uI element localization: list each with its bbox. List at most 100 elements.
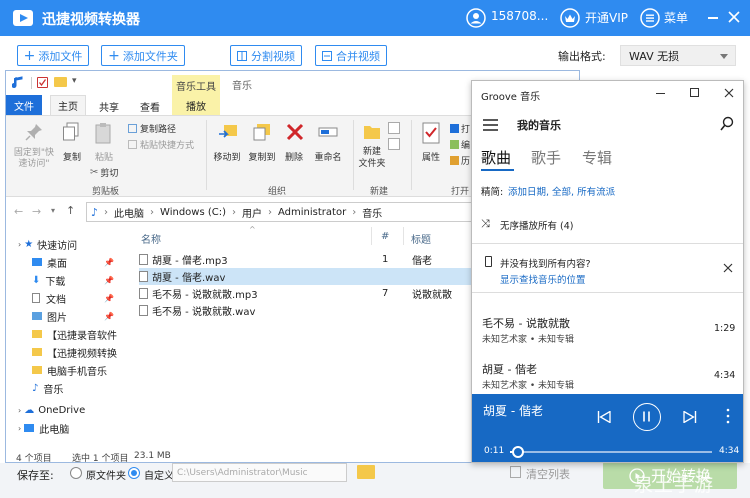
clear-list-button[interactable]: 清空列表 [526,466,570,482]
nav-downloads[interactable]: ⬇ 下载 📌 [32,271,114,289]
breadcrumb-separator: › [268,206,273,218]
radio-original-folder[interactable] [70,467,82,479]
user-id[interactable]: 158708... [491,9,548,23]
column-header-number[interactable]: # [381,231,389,242]
tab-play[interactable]: 播放 [172,95,220,115]
merge-video-button[interactable]: 合并视频 [315,45,387,66]
add-file-button[interactable]: + 添加文件 [17,45,89,66]
new-item-icon[interactable] [388,122,400,134]
copy-button[interactable]: 复制 [60,150,84,163]
paste-icon [94,122,112,144]
groove-heading: 我的音乐 [517,119,561,132]
tab-songs[interactable]: 歌曲 [481,147,511,168]
breadcrumb-administrator[interactable]: Administrator [278,207,346,218]
pin-icon: 📌 [104,293,114,303]
breadcrumb-users[interactable]: 用户 [242,205,262,220]
browse-folder-icon[interactable] [357,465,375,479]
download-icon: ⬇ [32,274,41,286]
maximize-icon[interactable] [690,88,699,97]
output-format-select[interactable]: WAV 无损 [620,45,736,66]
filter-options-link[interactable]: 添加日期, 全部, 所有流派 [508,184,615,198]
user-avatar-icon[interactable] [466,8,486,28]
notice-link[interactable]: 显示查找音乐的位置 [500,272,586,286]
nav-folder-phone-music[interactable]: 电脑手机音乐 [32,361,107,379]
breadcrumb-drive[interactable]: Windows (C:) [160,207,226,218]
nav-pictures[interactable]: 图片 📌 [32,307,114,325]
search-icon[interactable] [720,116,734,131]
copy-path-button[interactable]: 复制路径 [128,122,176,135]
pin-icon: 📌 [104,275,114,285]
properties-button[interactable]: 属性 [418,150,444,163]
menu-button[interactable]: 菜单 [664,9,688,26]
output-path-input[interactable]: C:\Users\Administrator\Music [172,463,347,482]
minimize-icon[interactable] [656,93,665,94]
song-title: 毛不易 - 说散就散 [482,317,570,330]
pin-icon [24,122,44,142]
rename-button[interactable]: 重命名 [311,150,345,163]
breadcrumb-separator: › [232,206,237,218]
tab-file[interactable]: 文件 [6,95,42,115]
tab-albums[interactable]: 专辑 [582,147,612,168]
quick-access-toolbar-dropdown[interactable]: ▾ [72,76,77,86]
nav-this-pc[interactable]: › 此电脑 [18,419,69,437]
tab-view[interactable]: 查看 [140,99,160,114]
tab-home[interactable]: 主页 [50,95,86,115]
edit-button[interactable]: 编 [450,138,470,151]
history-button[interactable]: 历 [450,154,470,167]
recent-locations-icon[interactable]: ▾ [51,206,55,215]
split-video-button[interactable]: 分割视频 [230,45,302,66]
hamburger-menu-icon[interactable] [483,119,498,131]
folder-icon [32,330,42,338]
nav-desktop[interactable]: 桌面 📌 [32,253,114,271]
vip-icon[interactable] [560,8,580,28]
minimize-icon[interactable] [708,17,718,19]
up-arrow-icon[interactable]: ↑ [66,204,75,217]
nav-folder-recorder[interactable]: 【迅捷录音软件 [32,325,120,343]
new-folder-icon[interactable] [54,77,67,87]
properties-check-icon[interactable] [37,77,48,88]
navigation-pane: › ★ 快速访问 桌面 📌 ⬇ 下载 📌 文档 📌 图片 📌 【迅捷录音软件 【… [6,231,121,446]
forward-arrow-icon[interactable]: → [32,205,41,218]
pin-quick-access-button[interactable]: 固定到"快 速访问" [10,148,58,170]
progress-thumb[interactable] [512,446,525,458]
nav-onedrive[interactable]: › ☁ OneDrive [18,401,85,419]
copy-to-button[interactable]: 复制到 [245,150,279,163]
close-icon[interactable] [723,263,733,273]
nav-music[interactable]: ♪ 音乐 [32,379,63,397]
nav-quick-access[interactable]: › ★ 快速访问 [18,235,77,253]
add-folder-button[interactable]: + 添加文件夹 [101,45,185,66]
delete-button[interactable]: 删除 [282,150,306,163]
column-header-name[interactable]: 名称 [141,231,161,246]
copy-icon [62,122,80,142]
song-row[interactable]: 胡夏 - 偕老 未知艺术家 • 未知专辑 4:34 [472,353,743,397]
next-track-icon[interactable] [683,411,697,423]
tab-share[interactable]: 共享 [99,99,119,114]
menu-icon[interactable] [640,8,660,28]
close-icon[interactable] [727,10,741,24]
split-icon [237,50,247,61]
breadcrumb-this-pc[interactable]: 此电脑 [114,205,144,220]
paste-button[interactable]: 粘贴 [92,150,116,163]
tab-artists[interactable]: 歌手 [531,147,561,168]
radio-custom-folder[interactable] [128,467,140,479]
nav-documents[interactable]: 文档 📌 [32,289,114,307]
paste-shortcut-button[interactable]: 粘贴快捷方式 [128,138,194,151]
back-arrow-icon[interactable]: ← [14,205,23,218]
song-row[interactable]: 毛不易 - 说散就散 未知艺术家 • 未知专辑 1:29 [472,307,743,351]
new-folder-button[interactable]: 新建 文件夹 [354,146,390,170]
open-button[interactable]: 打 [450,122,470,135]
column-header-title[interactable]: 标题 [411,231,431,246]
breadcrumb-music[interactable]: 音乐 [362,205,382,220]
vip-button[interactable]: 开通VIP [585,9,628,26]
nav-folder-converter[interactable]: 【迅捷视频转换 [32,343,120,361]
move-to-button[interactable]: 移动到 [210,150,244,163]
more-options-icon[interactable] [726,407,730,425]
close-icon[interactable] [724,88,734,98]
cut-button[interactable]: ✂ 剪切 [90,166,118,179]
previous-track-icon[interactable] [597,411,611,423]
rename-icon [318,124,338,140]
shuffle-all-button[interactable]: 无序播放所有 (4) [500,218,573,232]
progress-track[interactable] [510,446,712,458]
pause-button[interactable] [633,403,661,431]
elapsed-time: 0:11 [484,446,505,456]
